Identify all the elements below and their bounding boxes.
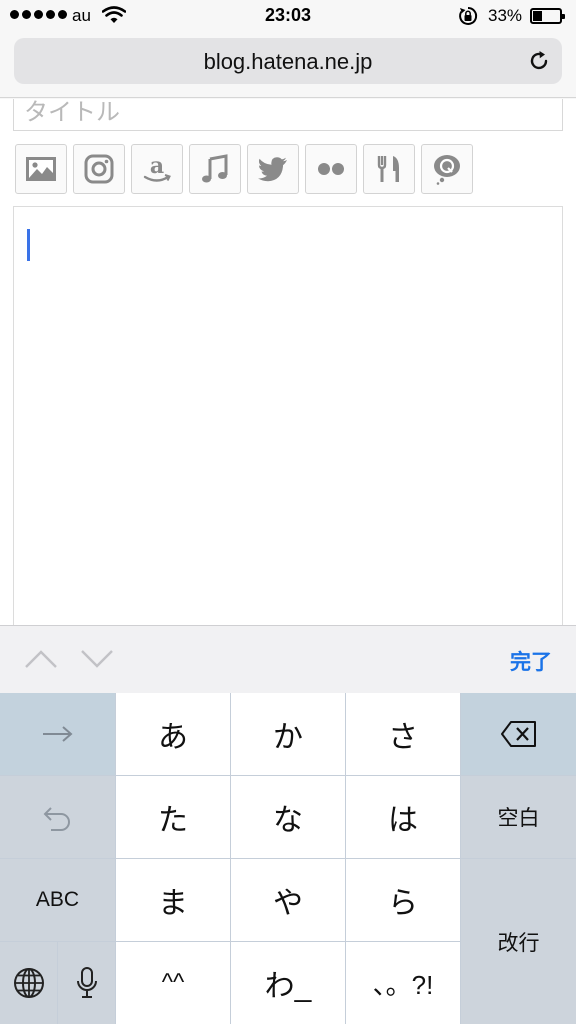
- cursor-right-key[interactable]: [0, 693, 115, 775]
- previous-field-chevron-up-icon[interactable]: [24, 648, 58, 670]
- return-key[interactable]: 改行: [461, 859, 576, 1024]
- backspace-icon: [500, 721, 536, 747]
- title-input[interactable]: タイトル: [13, 99, 563, 131]
- kana-key-a[interactable]: あ: [116, 693, 230, 775]
- text-cursor: [27, 229, 30, 261]
- insert-instagram-button[interactable]: [73, 144, 125, 194]
- done-button[interactable]: 完了: [510, 646, 552, 676]
- insert-toolbar: a: [15, 144, 473, 194]
- insert-flickr-button[interactable]: [305, 144, 357, 194]
- arrow-right-icon: [42, 726, 73, 742]
- flickr-icon: [318, 163, 344, 175]
- punctuation-key[interactable]: 、。?!: [346, 942, 460, 1024]
- next-field-chevron-down-icon[interactable]: [80, 648, 114, 670]
- kana-key-sa[interactable]: さ: [346, 693, 460, 775]
- web-page: タイトル a: [0, 99, 576, 625]
- kana-key-ha[interactable]: は: [346, 776, 460, 858]
- address-bar[interactable]: blog.hatena.ne.jp: [14, 38, 562, 84]
- undo-key[interactable]: [0, 776, 115, 858]
- kana-key-wa[interactable]: わ_: [231, 942, 345, 1024]
- twitter-icon: [258, 157, 287, 182]
- kana-key-ra[interactable]: ら: [346, 859, 460, 941]
- insert-music-button[interactable]: [189, 144, 241, 194]
- status-bar: au 23:03 33%: [0, 0, 576, 34]
- insert-hatena-question-button[interactable]: [421, 144, 473, 194]
- amazon-icon: a: [143, 153, 171, 182]
- kana-key-ta[interactable]: た: [116, 776, 230, 858]
- delete-key[interactable]: [461, 693, 576, 775]
- reload-icon[interactable]: [528, 50, 550, 72]
- music-icon: [202, 154, 228, 183]
- kana-key-ya[interactable]: や: [231, 859, 345, 941]
- browser-toolbar: blog.hatena.ne.jp: [0, 34, 576, 98]
- instagram-icon: [84, 154, 114, 184]
- abc-key[interactable]: ABC: [0, 859, 115, 941]
- insert-image-button[interactable]: [15, 144, 67, 194]
- image-icon: [26, 157, 56, 181]
- japanese-kana-keyboard: ABC あ か さ た な は ま や ら ^^ わ_ 、。?! 空白 改行: [0, 693, 576, 1024]
- kana-key-na[interactable]: な: [231, 776, 345, 858]
- kana-key-ka[interactable]: か: [231, 693, 345, 775]
- kana-key-ma[interactable]: ま: [116, 859, 230, 941]
- rotation-lock-icon: [459, 6, 478, 25]
- globe-icon: [13, 968, 44, 998]
- restaurant-icon: [377, 156, 399, 182]
- emoticon-key[interactable]: ^^: [116, 942, 230, 1024]
- hatena-question-icon: [434, 155, 460, 185]
- battery-icon: [530, 8, 565, 24]
- insert-amazon-button[interactable]: a: [131, 144, 183, 194]
- insert-restaurant-button[interactable]: [363, 144, 415, 194]
- battery-percent: 33%: [488, 6, 523, 25]
- space-key[interactable]: 空白: [461, 776, 576, 858]
- body-editor[interactable]: [13, 206, 563, 625]
- dictation-key[interactable]: [58, 942, 115, 1024]
- undo-icon: [43, 807, 70, 831]
- url-text[interactable]: blog.hatena.ne.jp: [14, 49, 562, 75]
- microphone-icon: [76, 967, 97, 998]
- insert-twitter-button[interactable]: [247, 144, 299, 194]
- keyboard-accessory-bar: 完了: [0, 625, 576, 693]
- svg-text:a: a: [150, 153, 164, 179]
- globe-key[interactable]: [0, 942, 57, 1024]
